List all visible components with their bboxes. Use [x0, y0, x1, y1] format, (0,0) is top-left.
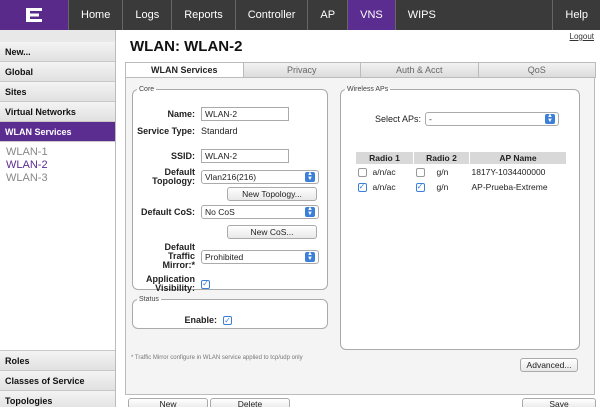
top-nav: Home Logs Reports Controller AP VNS WIPS…: [0, 0, 600, 30]
nav-tab-ap[interactable]: AP: [307, 0, 347, 30]
wlan-list-item-3[interactable]: WLAN-3: [6, 172, 109, 185]
sidebar-item-roles[interactable]: Roles: [0, 351, 115, 371]
traffic-mirror-footnote: * Traffic Mirror configure in WLAN servi…: [131, 355, 303, 361]
default-cos-select[interactable]: No CoS ▲ ▼: [201, 205, 319, 219]
nav-tab-controller[interactable]: Controller: [234, 0, 308, 30]
wlan-list: WLAN-1 WLAN-2 WLAN-3: [0, 142, 115, 351]
select-arrows-icon: ▲ ▼: [305, 171, 315, 182]
name-input[interactable]: WLAN-2: [201, 107, 289, 121]
page-title: WLAN: WLAN-2: [130, 38, 243, 55]
sidebar-item-global[interactable]: Global: [0, 62, 115, 82]
nav-tab-logs[interactable]: Logs: [122, 0, 171, 30]
sidebar-item-sites[interactable]: Sites: [0, 82, 115, 102]
table-row: ✓ a/n/ac ✓ g/n AP-Prueba-Extreme: [356, 180, 567, 195]
tab-privacy[interactable]: Privacy: [242, 62, 361, 78]
select-aps-value: -: [429, 114, 432, 124]
radio-1-checkbox[interactable]: ✓: [357, 182, 367, 192]
sidebar-item-topologies[interactable]: Topologies: [0, 391, 115, 407]
service-type-value: Standard: [201, 126, 238, 136]
application-visibility-checkbox[interactable]: ✓: [201, 279, 210, 289]
nav-tab-wips[interactable]: WIPS: [394, 0, 448, 30]
select-aps-label: Select APs:: [374, 113, 421, 124]
status-fieldset: Status Enable: ✓: [132, 296, 328, 329]
default-traffic-mirror-select[interactable]: Prohibited ▲ ▼: [201, 249, 319, 264]
wlan-services-panel: Core Name: WLAN-2 Service Type: Standard…: [125, 77, 595, 395]
sidebar-item-new[interactable]: New...: [0, 42, 115, 62]
status-legend: Status: [139, 296, 159, 303]
logout-link[interactable]: Logout: [570, 32, 594, 41]
sidebar-item-virtual-networks[interactable]: Virtual Networks: [0, 102, 115, 122]
col-radio-1: Radio 1: [355, 151, 414, 165]
sidebar-item-classes-of-service[interactable]: Classes of Service: [0, 371, 115, 391]
radio-1-checkbox[interactable]: [357, 167, 367, 177]
wireless-aps-fieldset: Wireless APs Select APs: - ▲ ▼ Radio 1 Ra…: [340, 86, 580, 350]
ssid-input[interactable]: WLAN-2: [201, 149, 289, 163]
ap-name-cell: AP-Prueba-Extreme: [471, 182, 548, 192]
radio-1-value: a/n/ac: [372, 182, 396, 192]
enable-label: Enable:: [184, 315, 217, 325]
core-fieldset: Core Name: WLAN-2 Service Type: Standard…: [132, 86, 328, 293]
default-topology-label: Default Topology:: [152, 167, 195, 186]
radio-1-value: a/n/ac: [372, 167, 396, 178]
service-type-label: Service Type:: [137, 125, 195, 136]
tab-bar: WLAN Services Privacy Auth & Acct QoS: [125, 62, 596, 78]
nav-tab-vns[interactable]: VNS: [347, 0, 395, 30]
delete-button[interactable]: Delete: [210, 398, 290, 407]
default-topology-value: Vlan216(216): [205, 172, 257, 182]
tab-auth-acct[interactable]: Auth & Acct: [360, 62, 479, 78]
tab-wlan-services[interactable]: WLAN Services: [125, 62, 244, 78]
col-ap-name: AP Name: [469, 151, 567, 165]
enable-checkbox[interactable]: ✓: [223, 316, 232, 325]
ssid-label: SSID:: [170, 150, 195, 161]
wlan-list-item-1[interactable]: WLAN-1: [6, 146, 109, 159]
sidebar: New... Global Sites Virtual Networks WLA…: [0, 30, 116, 407]
advanced-button[interactable]: Advanced...: [520, 358, 578, 372]
radio-2-value: g/n: [436, 182, 449, 192]
radio-2-checkbox[interactable]: ✓: [415, 182, 425, 192]
application-visibility-label: Application Visibility:: [146, 274, 195, 293]
core-legend: Core: [139, 86, 155, 93]
new-topology-button[interactable]: New Topology...: [227, 187, 317, 201]
nav-help[interactable]: Help: [552, 0, 600, 30]
sidebar-item-wlan-services[interactable]: WLAN Services: [0, 122, 115, 142]
wireless-aps-legend: Wireless APs: [347, 86, 389, 93]
radio-2-checkbox[interactable]: [415, 167, 425, 177]
ap-name-cell: 1817Y-1034400000: [471, 167, 546, 178]
default-cos-value: No CoS: [205, 207, 235, 217]
col-radio-2: Radio 2: [413, 151, 470, 165]
new-cos-button[interactable]: New CoS...: [227, 225, 317, 239]
table-row: a/n/ac g/n 1817Y-1034400000: [356, 165, 567, 180]
select-arrows-icon: ▲ ▼: [305, 206, 315, 217]
save-button[interactable]: Save: [522, 398, 596, 407]
wlan-list-item-2[interactable]: WLAN-2: [6, 159, 109, 172]
wireless-aps-table: Radio 1 Radio 2 AP Name a/n/ac g/n 1817Y…: [355, 151, 567, 195]
default-cos-label: Default CoS:: [141, 206, 195, 217]
default-traffic-mirror-label: Default Traffic Mirror:*: [162, 242, 195, 270]
default-topology-select[interactable]: Vlan216(216) ▲ ▼: [201, 170, 319, 184]
select-aps-select[interactable]: - ▲ ▼: [425, 112, 559, 126]
select-arrows-icon: ▲ ▼: [545, 113, 555, 124]
radio-2-value: g/n: [436, 167, 449, 178]
default-traffic-mirror-value: Prohibited: [205, 251, 244, 262]
nav-tab-reports[interactable]: Reports: [171, 0, 235, 30]
extreme-logo-icon[interactable]: [0, 0, 68, 30]
select-arrows-icon: ▲ ▼: [305, 251, 315, 262]
new-button[interactable]: New: [128, 398, 208, 407]
tab-qos[interactable]: QoS: [477, 62, 596, 78]
nav-tab-home[interactable]: Home: [68, 0, 122, 30]
name-label: Name:: [167, 108, 195, 119]
